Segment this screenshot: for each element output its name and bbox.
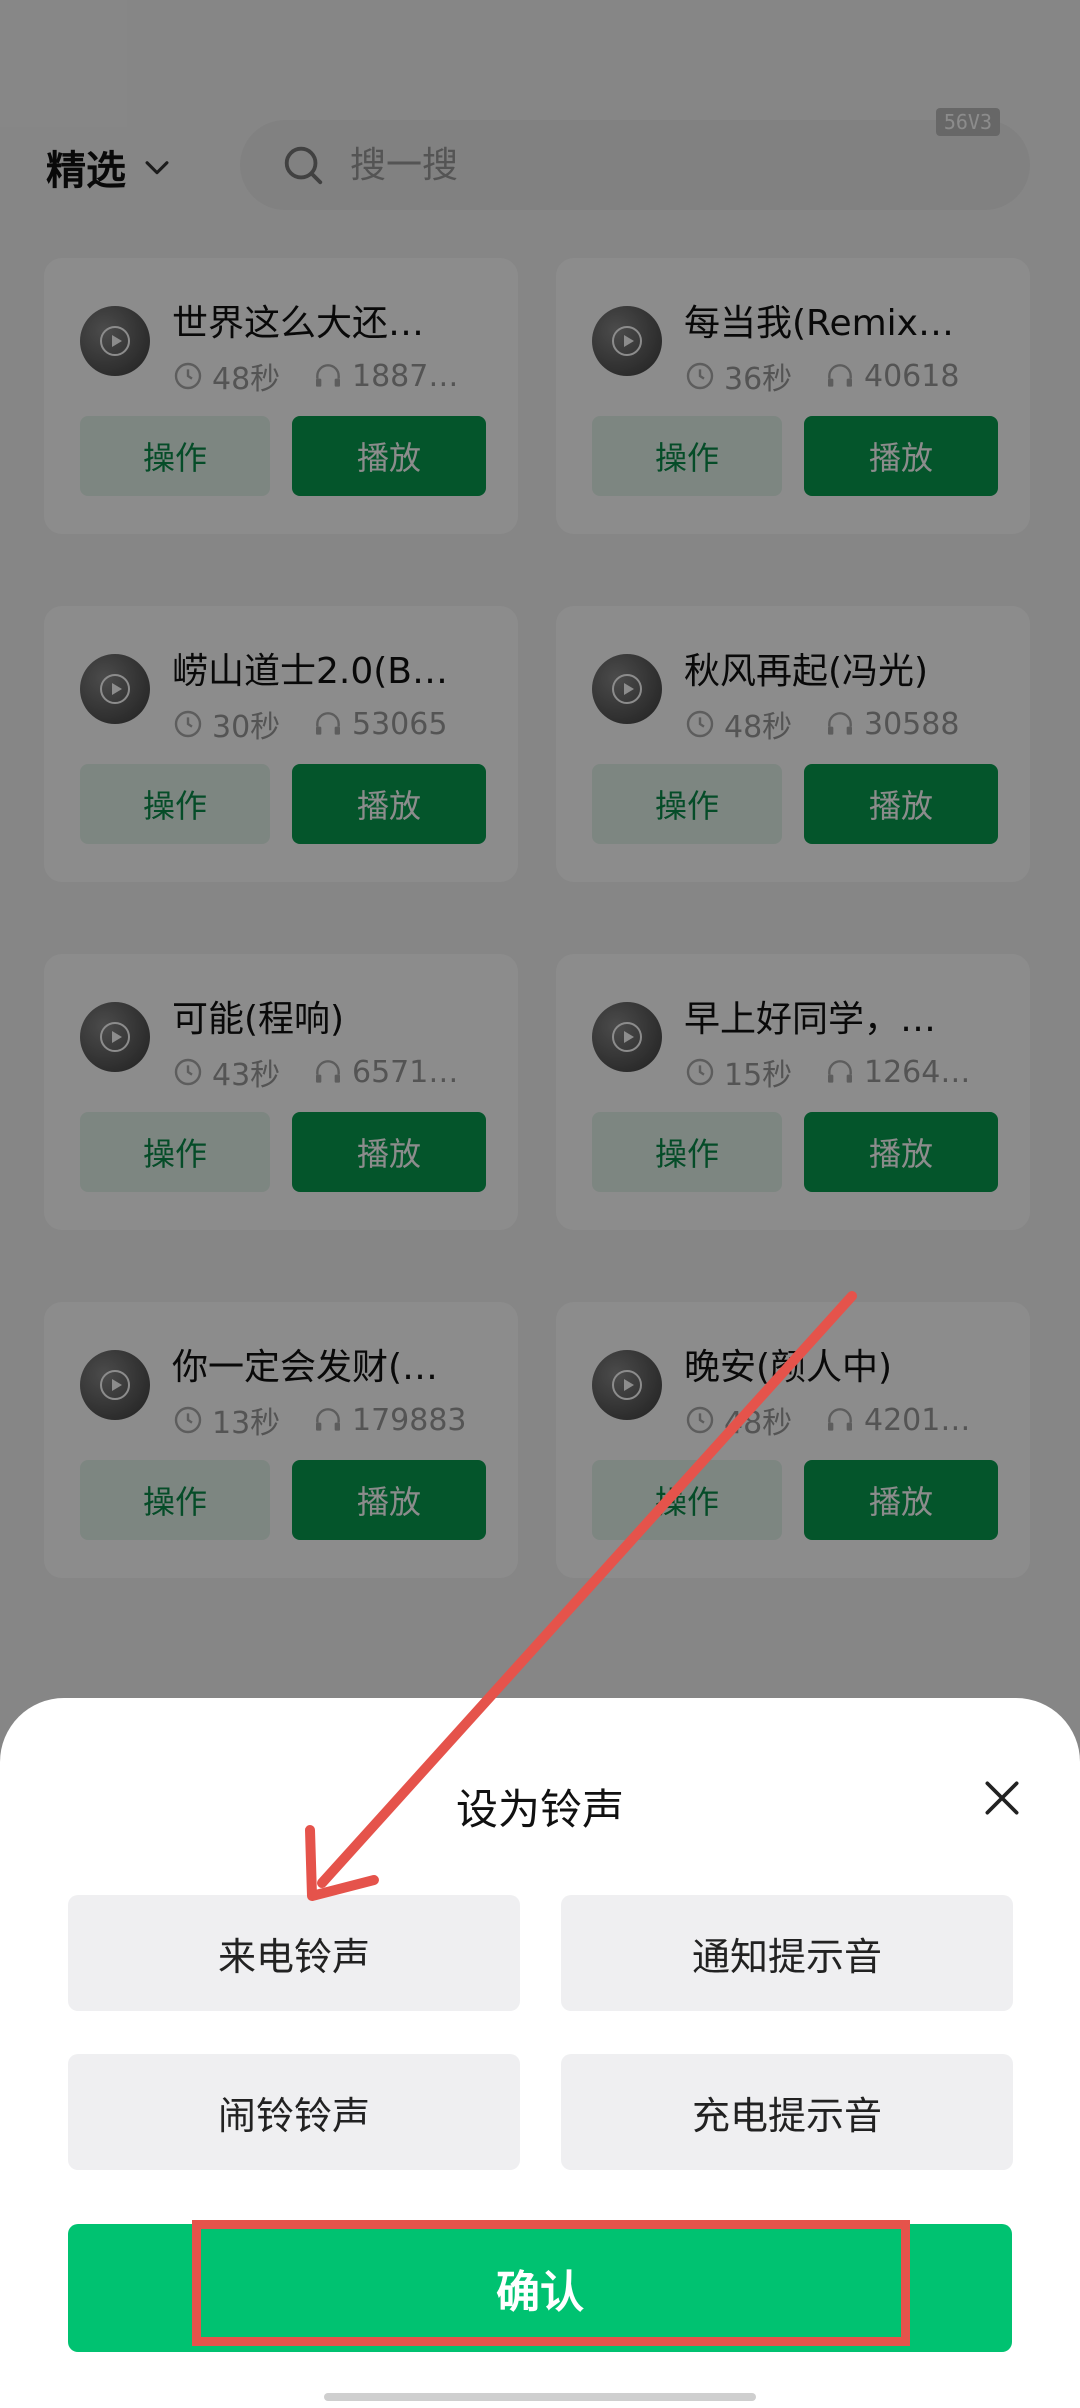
ringtone-list-page: 精选 56V3 世界这么大还… 48秒 1887… 操作 播放 每当我(Remi… (0, 0, 1080, 2408)
option-alarm[interactable]: 闹铃铃声 (68, 2054, 520, 2170)
option-charging[interactable]: 充电提示音 (561, 2054, 1013, 2170)
option-notification[interactable]: 通知提示音 (561, 1895, 1013, 2011)
sheet-title: 设为铃声 (455, 1785, 624, 1834)
option-incoming-call[interactable]: 来电铃声 (68, 1895, 520, 2011)
annotation-highlight-box (192, 2220, 910, 2346)
ringtone-sheet: 设为铃声 来电铃声 通知提示音 闹铃铃声 充电提示音 确认 (0, 1698, 1080, 2408)
close-icon[interactable] (980, 1776, 1024, 1820)
home-indicator (324, 2393, 756, 2401)
